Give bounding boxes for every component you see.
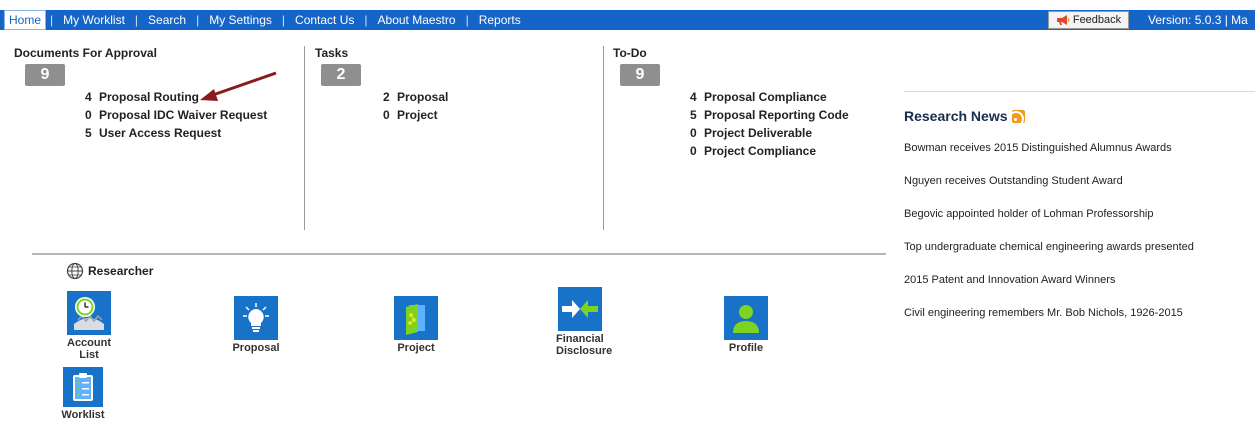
item-label: Project Compliance: [704, 144, 817, 158]
item-label: Project Deliverable: [704, 126, 813, 140]
item-label: User Access Request: [99, 126, 222, 140]
news-list: Bowman receives 2015 Distinguished Alumn…: [904, 142, 1194, 340]
lightbulb-icon: [234, 296, 278, 340]
item-label: Proposal: [397, 90, 449, 104]
nav-contact-us[interactable]: Contact Us: [285, 10, 364, 30]
todo-count[interactable]: 9: [620, 64, 660, 86]
list-item[interactable]: 0 Proposal IDC Waiver Request: [85, 106, 267, 124]
item-count: 0: [690, 144, 697, 158]
list-item[interactable]: 4 Proposal Compliance: [690, 88, 849, 106]
nav-about-maestro[interactable]: About Maestro: [368, 10, 466, 30]
approval-count[interactable]: 9: [25, 64, 65, 86]
proposal-tile[interactable]: Proposal: [226, 296, 286, 354]
researcher-header: Researcher: [66, 262, 153, 280]
news-divider: [904, 91, 1255, 92]
news-item[interactable]: Nguyen receives Outstanding Student Awar…: [904, 175, 1194, 208]
tasks-title: Tasks: [315, 46, 349, 60]
news-item[interactable]: Begovic appointed holder of Lohman Profe…: [904, 208, 1194, 241]
rss-icon[interactable]: [1011, 109, 1025, 123]
clock-icon: [67, 291, 111, 335]
item-count: 4: [85, 90, 92, 104]
item-count: 5: [85, 126, 92, 140]
research-news-title: Research News: [904, 108, 1008, 124]
main-nav: Home | My Worklist | Search | My Setting…: [0, 10, 531, 30]
list-item[interactable]: 0 Project: [383, 106, 448, 124]
item-label: Project: [397, 108, 438, 122]
nav-my-settings[interactable]: My Settings: [199, 10, 282, 30]
tile-label-line2: List: [79, 349, 99, 361]
tasks-list: 2 Proposal 0 Project: [383, 88, 448, 124]
section-divider: [32, 253, 886, 255]
account-list-tile[interactable]: Account List: [56, 291, 122, 361]
tile-label: Project: [397, 342, 435, 354]
item-label: Proposal Compliance: [704, 90, 827, 104]
nav-home[interactable]: Home: [4, 10, 47, 30]
item-label: Proposal Routing: [99, 90, 199, 104]
megaphone-icon: [1056, 14, 1070, 26]
news-item[interactable]: Bowman receives 2015 Distinguished Alumn…: [904, 142, 1194, 175]
list-item[interactable]: 0 Project Compliance: [690, 142, 849, 160]
item-count: 5: [690, 108, 697, 122]
arrows-icon: [558, 287, 602, 331]
top-nav-bar: Home | My Worklist | Search | My Setting…: [0, 10, 1255, 30]
column-divider: [603, 46, 604, 230]
financial-disclosure-tile[interactable]: Financial Disclosure: [556, 287, 618, 357]
item-label: Proposal IDC Waiver Request: [99, 108, 268, 122]
feedback-label: Feedback: [1072, 14, 1122, 26]
worklist-tile[interactable]: Worklist: [58, 367, 108, 421]
news-item[interactable]: 2015 Patent and Innovation Award Winners: [904, 274, 1194, 307]
item-count: 0: [383, 108, 390, 122]
tile-label-line2: Disclosure: [556, 345, 613, 357]
globe-icon: [66, 262, 84, 280]
tile-label: Account: [67, 337, 111, 349]
research-news-header: Research News: [904, 108, 1025, 124]
researcher-title: Researcher: [88, 264, 154, 278]
column-divider: [304, 46, 305, 230]
nav-search[interactable]: Search: [138, 10, 196, 30]
annotation-arrow: [200, 71, 277, 101]
item-label: Proposal Reporting Code: [704, 108, 849, 122]
version-text: Version: 5.0.3 | Ma: [1148, 13, 1248, 27]
feedback-button[interactable]: Feedback: [1048, 11, 1129, 29]
nav-my-worklist[interactable]: My Worklist: [53, 10, 135, 30]
approval-title: Documents For Approval: [14, 46, 157, 60]
list-item[interactable]: 2 Proposal: [383, 88, 448, 106]
book-icon: [394, 296, 438, 340]
list-item[interactable]: 5 User Access Request: [85, 124, 267, 142]
news-item[interactable]: Top undergraduate chemical engineering a…: [904, 241, 1194, 274]
list-item[interactable]: 0 Project Deliverable: [690, 124, 849, 142]
clipboard-icon: [63, 367, 103, 407]
todo-list: 4 Proposal Compliance 5 Proposal Reporting…: [690, 88, 849, 160]
todo-title: To-Do: [613, 46, 647, 60]
list-item[interactable]: 5 Proposal Reporting Code: [690, 106, 849, 124]
profile-tile[interactable]: Profile: [718, 296, 774, 354]
project-tile[interactable]: Project: [388, 296, 444, 354]
tile-label: Worklist: [61, 409, 105, 421]
tile-label: Profile: [728, 342, 764, 354]
item-count: 4: [690, 90, 697, 104]
tile-label: Proposal: [232, 342, 280, 354]
news-item[interactable]: Civil engineering remembers Mr. Bob Nich…: [904, 307, 1194, 340]
nav-reports[interactable]: Reports: [469, 10, 531, 30]
tasks-count[interactable]: 2: [321, 64, 361, 86]
tile-label: Financial: [556, 333, 604, 345]
person-icon: [724, 296, 768, 340]
item-count: 2: [383, 90, 390, 104]
item-count: 0: [690, 126, 697, 140]
item-count: 0: [85, 108, 92, 122]
